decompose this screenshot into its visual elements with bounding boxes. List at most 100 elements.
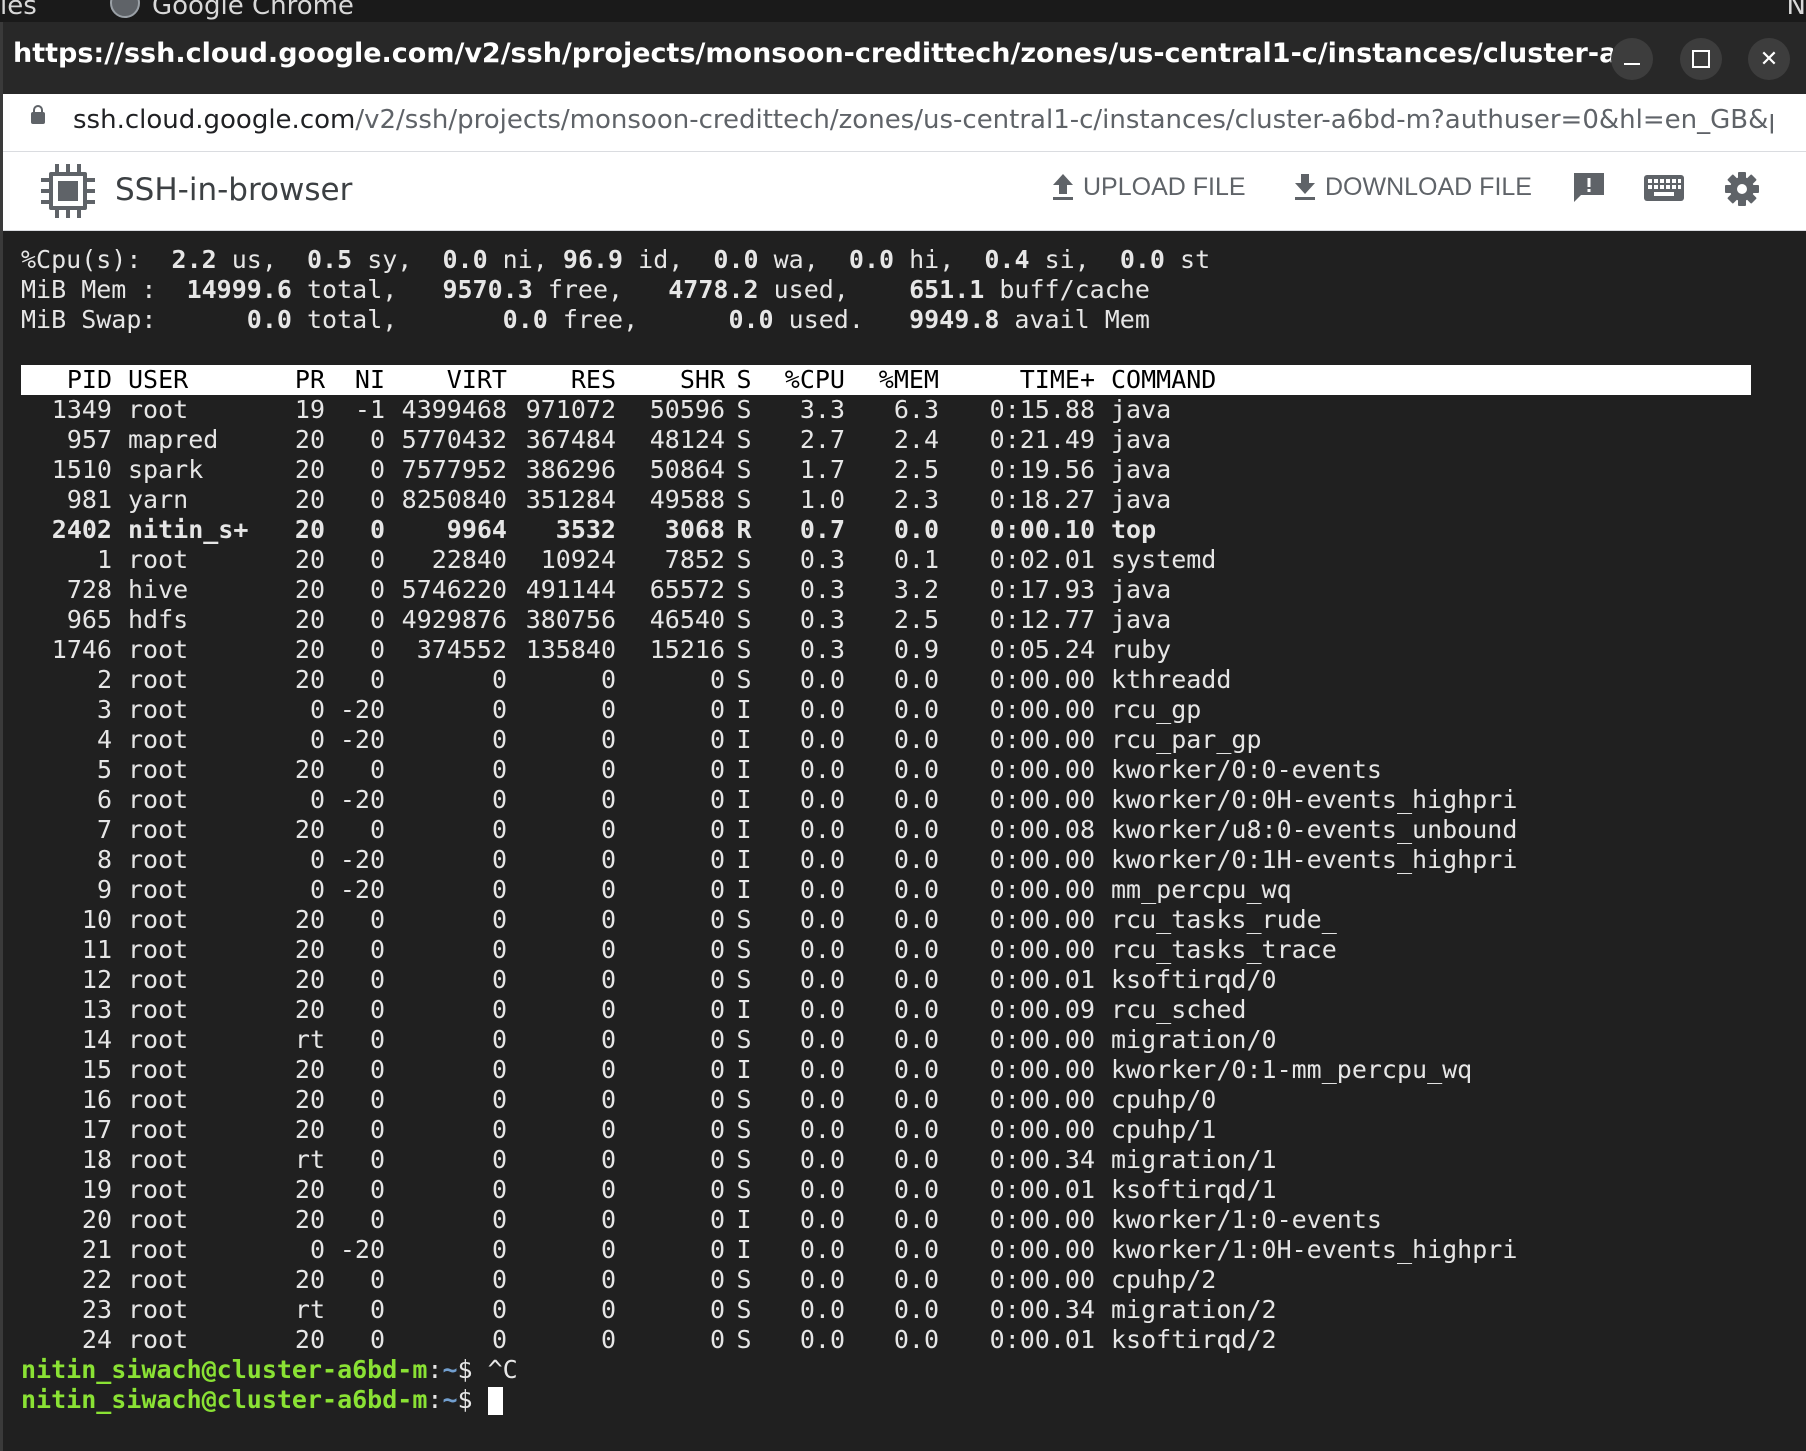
url-bar[interactable]: ssh.cloud.google.com/v2/ssh/projects/mon… — [3, 94, 1806, 152]
cell-res: 0 — [600, 785, 616, 814]
table-row: 20 root 20 0 0 0 0 I 0.0 0.0 0:00.00 kworker/1:0-ev… — [21, 1205, 1751, 1235]
cell-cpu: 0.0 — [799, 1295, 845, 1324]
cell-shr: 0 — [709, 1145, 725, 1174]
prompt-line-2[interactable]: nitin_siwach@cluster-a6bd-m:~$ — [21, 1385, 1751, 1415]
cell-s: S — [736, 395, 752, 424]
cell-s: S — [736, 545, 752, 574]
table-row: 24 root 20 0 0 0 0 S 0.0 0.0 0:00.01 ksoftirqd/2 — [21, 1325, 1751, 1355]
cell-res: 10924 — [540, 545, 616, 574]
lock-icon[interactable] — [31, 105, 45, 124]
cell-s: I — [736, 1055, 752, 1084]
cell-user: nitin_s+ — [128, 515, 249, 544]
cell-virt: 8250840 — [401, 485, 507, 514]
cell-virt: 0 — [491, 1055, 507, 1084]
cell-shr: 0 — [709, 1055, 725, 1084]
table-row: 14 root rt 0 0 0 0 S 0.0 0.0 0:00.00 migration/0 — [21, 1025, 1751, 1055]
cell-ni: -20 — [339, 725, 385, 754]
cell-shr: 49588 — [649, 485, 725, 514]
cell-s: I — [736, 845, 752, 874]
cell-res: 0 — [600, 875, 616, 904]
maximize-button[interactable] — [1680, 38, 1722, 80]
cell-ni: -20 — [339, 695, 385, 724]
cell-res: 0 — [600, 815, 616, 844]
cell-pid: 23 — [81, 1295, 112, 1324]
cell-mem: 0.0 — [893, 1235, 939, 1264]
cell-pr: 0 — [309, 845, 325, 874]
url-text[interactable]: ssh.cloud.google.com/v2/ssh/projects/mon… — [73, 105, 1773, 135]
cell-ni: 0 — [369, 605, 385, 634]
table-row: 3 root 0 -20 0 0 0 I 0.0 0.0 0:00.00 rcu_gp — [21, 695, 1751, 725]
cell-user: root — [128, 1085, 189, 1114]
cell-cpu: 3.3 — [799, 395, 845, 424]
cell-pid: 16 — [81, 1085, 112, 1114]
close-button[interactable]: ✕ — [1748, 38, 1790, 80]
cell-s: S — [736, 1265, 752, 1294]
keyboard-icon[interactable] — [1643, 170, 1685, 206]
cell-shr: 65572 — [649, 575, 725, 604]
cell-pid: 17 — [81, 1115, 112, 1144]
cell-mem: 0.0 — [893, 875, 939, 904]
cell-cmd: kthreadd — [1111, 665, 1232, 694]
cell-s: S — [736, 1145, 752, 1174]
window-titlebar[interactable]: https://ssh.cloud.google.com/v2/ssh/proj… — [3, 22, 1806, 94]
cell-pr: 20 — [294, 1325, 325, 1354]
url-path: /v2/ssh/projects/monsoon-credittech/zone… — [355, 105, 1773, 135]
cell-time: 0:19.56 — [989, 455, 1095, 484]
cell-ni: 0 — [369, 425, 385, 454]
cell-shr: 0 — [709, 1085, 725, 1114]
cell-user: mapred — [128, 425, 219, 454]
cell-cmd: migration/2 — [1111, 1295, 1277, 1324]
cell-ni: 0 — [369, 1145, 385, 1174]
prompt-line-1: nitin_siwach@cluster-a6bd-m:~$ ^C — [21, 1355, 518, 1384]
cell-cpu: 0.0 — [799, 1265, 845, 1294]
cell-mem: 3.2 — [893, 575, 939, 604]
download-file-button[interactable]: DOWNLOAD FILE — [1293, 172, 1532, 202]
cell-user: root — [128, 695, 189, 724]
column-header-res: RES — [570, 365, 616, 394]
cell-pr: 0 — [309, 725, 325, 754]
ssh-toolbar: SSH-in-browser UPLOAD FILE DOWNLOAD FILE — [3, 152, 1806, 231]
cell-shr: 0 — [709, 995, 725, 1024]
cell-mem: 0.0 — [893, 1055, 939, 1084]
cell-virt: 0 — [491, 785, 507, 814]
cell-cmd: kworker/u8:0-events_unbound — [1111, 815, 1518, 844]
cell-s: S — [736, 485, 752, 514]
cell-s: S — [736, 605, 752, 634]
cell-pid: 3 — [96, 695, 112, 724]
cell-virt: 0 — [491, 815, 507, 844]
cell-ni: 0 — [369, 485, 385, 514]
cell-pr: 20 — [294, 1115, 325, 1144]
minimize-button[interactable] — [1611, 38, 1653, 80]
cell-res: 491144 — [525, 575, 616, 604]
app-title: SSH-in-browser — [115, 172, 353, 208]
table-row: 1 root 20 0 22840 10924 7852 S 0.3 0.1 0:02.01 syst… — [21, 545, 1751, 575]
cell-mem: 0.0 — [893, 785, 939, 814]
column-header-shr: SHR — [679, 365, 725, 394]
cell-virt: 0 — [491, 695, 507, 724]
cell-cmd: java — [1111, 455, 1172, 484]
cell-virt: 0 — [491, 1085, 507, 1114]
cell-pid: 6 — [96, 785, 112, 814]
cell-time: 0:00.00 — [989, 1085, 1095, 1114]
cell-time: 0:00.00 — [989, 875, 1095, 904]
cell-ni: -20 — [339, 785, 385, 814]
cell-cpu: 0.0 — [799, 1205, 845, 1234]
cell-shr: 0 — [709, 1235, 725, 1264]
settings-gear-icon[interactable] — [1723, 170, 1761, 208]
cell-cmd: rcu_sched — [1111, 995, 1247, 1024]
cell-pid: 7 — [96, 815, 112, 844]
terminal[interactable]: %Cpu(s): 2.2 us, 0.5 sy, 0.0 ni, 96.9 id… — [3, 231, 1806, 1451]
cell-pid: 1510 — [51, 455, 112, 484]
cell-cmd: ksoftirqd/2 — [1111, 1325, 1277, 1354]
cell-pid: 13 — [81, 995, 112, 1024]
cell-pr: rt — [294, 1025, 325, 1054]
table-row: 12 root 20 0 0 0 0 S 0.0 0.0 0:00.01 ksoftirqd/0 — [21, 965, 1751, 995]
cell-pid: 22 — [81, 1265, 112, 1294]
cell-shr: 0 — [709, 1025, 725, 1054]
upload-file-button[interactable]: UPLOAD FILE — [1051, 172, 1246, 202]
cell-cmd: systemd — [1111, 545, 1217, 574]
cell-pr: rt — [294, 1295, 325, 1324]
cell-user: root — [128, 785, 189, 814]
feedback-icon[interactable] — [1571, 170, 1607, 206]
cell-ni: -20 — [339, 1235, 385, 1264]
